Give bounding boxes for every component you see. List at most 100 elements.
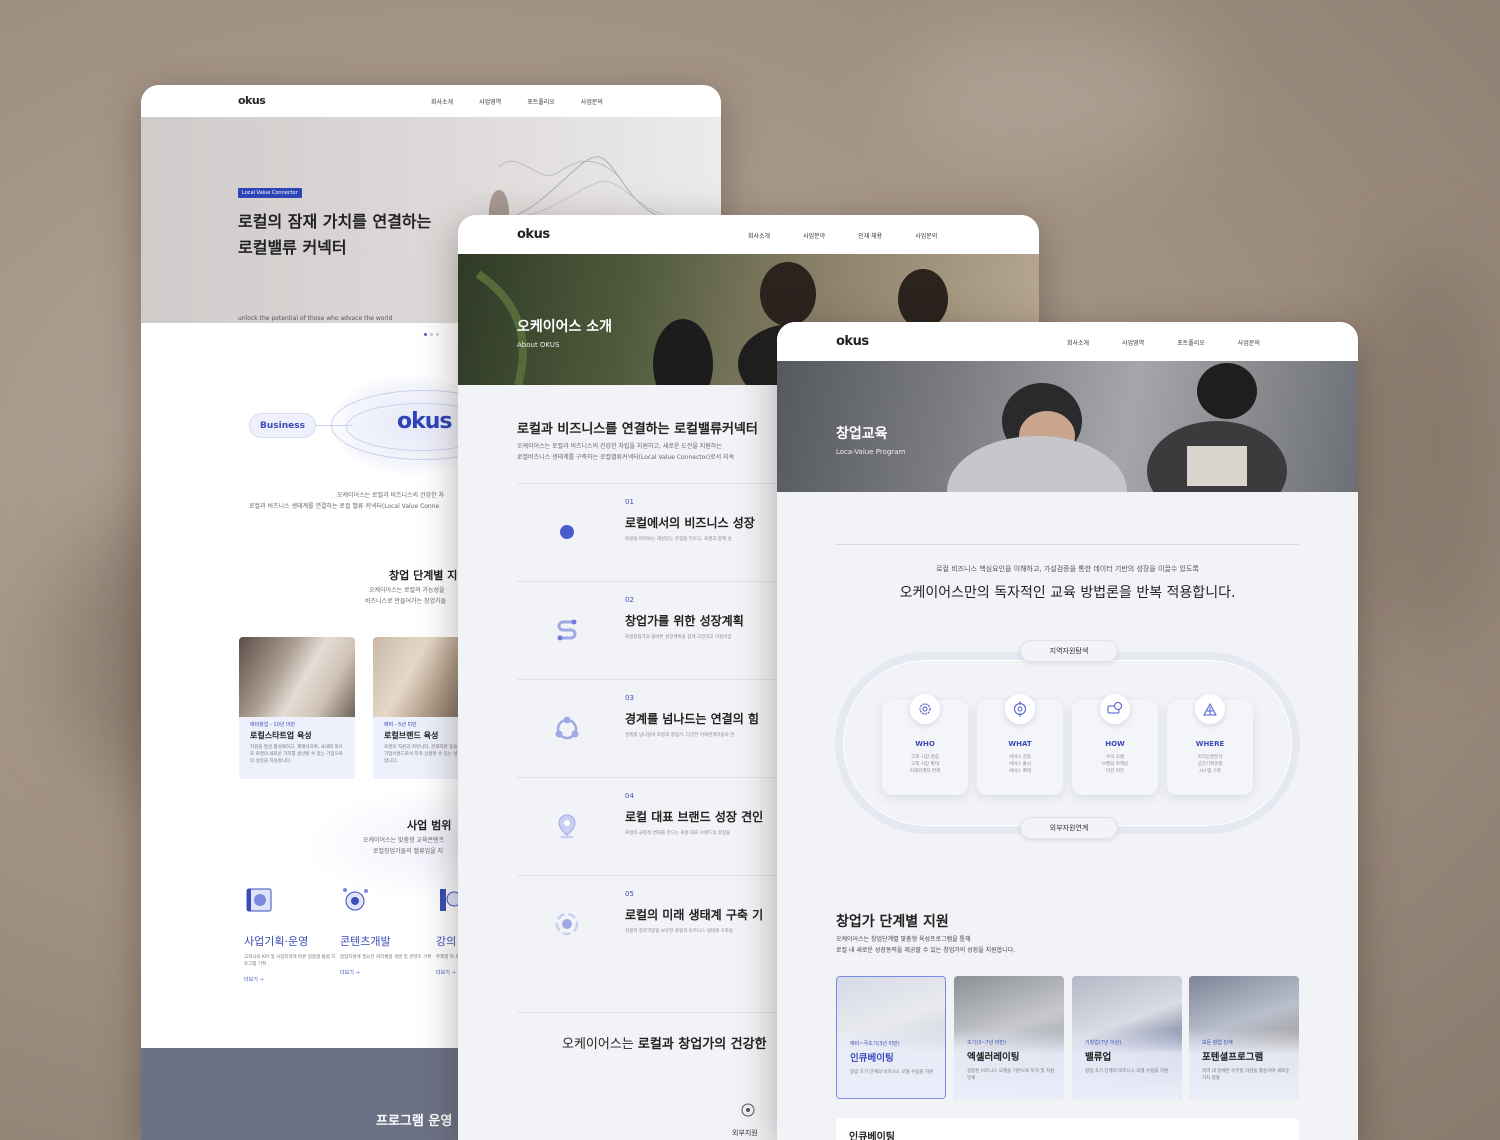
item-number: 05 — [625, 890, 634, 898]
connector-line — [313, 425, 353, 426]
detail-panel: 인큐베이팅 — [836, 1118, 1299, 1140]
nav-bar: okus 회사소개 사업분야 인재 채용 사업문의 — [458, 215, 1039, 254]
planning-icon — [246, 888, 272, 912]
nav-item[interactable]: 회사소개 — [1067, 338, 1089, 347]
section-title: 창업 단계별 지 — [389, 569, 458, 582]
stage-desc: 창업 초기 단계의 비즈니스 모델 수립을 지원 — [1085, 1069, 1169, 1074]
section-desc: 비즈니스로 만들어가는 창업가들 — [365, 598, 447, 605]
nav-item[interactable]: 포트폴리오 — [527, 97, 555, 106]
service-item[interactable]: 콘텐츠개발 창업지원에 필요한 커리큘럼 개발 및 콘텐츠 기획 더보기 → — [340, 885, 435, 976]
carousel-dots[interactable] — [424, 333, 439, 336]
stage-card[interactable]: 기창업(7년 이상) 밸류업 창업 초기 단계의 비즈니스 모델 수립을 지원 — [1072, 976, 1182, 1099]
hero-subtitle: unlock the potential of those who advace… — [238, 315, 393, 322]
item-desc: 경계를 넘나들며 로컬과 창업가, 다양한 이해관계자들의 연 — [625, 733, 735, 738]
step-card[interactable]: HOW 수익 모델 브랜딩 마케팅 미션 비전 — [1072, 694, 1158, 795]
stage-tag: 기창업(7년 이상) — [1085, 1040, 1122, 1046]
target-icon — [1005, 694, 1035, 724]
item-desc: 로컬창업가의 올바른 성장계획을 함께 고민하고 이끌어갑 — [625, 635, 732, 640]
step-desc: 지역상권분석 공간기획운영 시스템 구축 — [1197, 755, 1223, 775]
value-item: 04 로컬 대표 브랜드 성장 견인 로컬의 긍정적 변화를 만드는 로컬 대표… — [517, 777, 817, 875]
external-support-label: 외부지원 — [732, 1129, 758, 1137]
ecosystem-icon — [555, 912, 579, 936]
nav-item[interactable]: 회사소개 — [748, 231, 770, 240]
section-title: 사업 범위 — [407, 819, 452, 832]
nav-bar: okus 회사소개 사업영역 포트폴리오 사업문의 — [777, 322, 1358, 361]
nav-item[interactable]: 회사소개 — [431, 97, 453, 106]
logo[interactable]: okus — [836, 334, 869, 349]
section-title: 프로그램 운영 — [376, 1114, 453, 1129]
service-item[interactable]: 사업기획·운영 고객사의 KPI 및 사업목적에 따른 맞춤형 통합 프로그램 … — [244, 885, 339, 983]
nav-item[interactable]: 사업분야 — [803, 231, 825, 240]
path-icon — [557, 619, 577, 641]
step-name: WHO — [915, 740, 935, 748]
hero-subtitle: Loca-Value Program — [836, 448, 906, 456]
section-desc: 오케이어스는 로컬과 비즈니스의 건강한 자립을 지원하고, 새로운 도전을 지… — [517, 443, 722, 450]
item-title: 로컬 대표 브랜드 성장 견인 — [625, 810, 764, 824]
step-name: HOW — [1105, 740, 1125, 748]
stage-name: 엑셀러레이팅 — [967, 1052, 1020, 1063]
intro-line: 로컬과 비즈니스 생태계를 연결하는 로컬 밸류 커넥터(Local Value… — [249, 503, 440, 510]
item-number: 03 — [625, 694, 634, 702]
logo[interactable]: okus — [517, 227, 550, 242]
section-title: 로컬과 비즈니스를 연결하는 로컬밸류커넥터 — [517, 422, 758, 437]
section-desc: 오케이어스는 로컬의 가능성을 — [369, 587, 445, 594]
loop-label-top: 지역자원탐색 — [1020, 640, 1118, 662]
nav-item[interactable]: 사업문의 — [581, 97, 603, 106]
section-desc: 로컬창업가들의 밸류업을 지 — [373, 848, 444, 855]
value-item: 02 창업가를 위한 성장계획 로컬창업가의 올바른 성장계획을 함께 고민하고… — [517, 581, 817, 679]
more-link[interactable]: 더보기 → — [340, 969, 435, 976]
hero-banner: 창업교육 Loca-Value Program — [777, 361, 1358, 492]
hero-badge: Local Value Connector — [238, 188, 302, 198]
content-icon — [343, 888, 368, 911]
nav-item[interactable]: 사업영역 — [1122, 338, 1144, 347]
loop-label-bottom: 외부자원연계 — [1020, 817, 1118, 839]
step-desc: 서비스 검증 서비스 출시 서비스 확대 — [1008, 755, 1032, 775]
stage-card[interactable]: 초기(3~7년 미만) 엑셀러레이팅 검증된 비즈니스 모델을 기반으로 투자 … — [954, 976, 1064, 1099]
logo[interactable]: okus — [238, 94, 266, 107]
program-tag: 예비창업 - 10년 미만 — [250, 722, 296, 728]
stage-card[interactable]: 모든 창업 단계 포텐셜프로그램 지역 내 정체된 유무형 자원을 활용하여 새… — [1189, 976, 1299, 1099]
stage-desc: 창업 초기 단계의 비즈니스 모델 수립을 지원 — [850, 1070, 934, 1075]
program-name: 로컬스타트업 육성 — [250, 731, 312, 740]
step-desc: 수익 모델 브랜딩 마케팅 미션 비전 — [1101, 755, 1129, 775]
item-desc: 로컬의 긍정적 변화를 만드는 로컬 대표 브랜드의 성장을 — [625, 831, 731, 836]
section-desc: 오케이어스는 맞춤형 교육콘텐츠 — [363, 837, 445, 844]
stage-name: 인큐베이팅 — [850, 1053, 894, 1064]
item-number: 04 — [625, 792, 634, 800]
nav-item[interactable]: 사업문의 — [915, 231, 937, 240]
item-desc: 로컬을 바라보는 개성있는 관점을 키우고, 로컬과 함께 성 — [625, 537, 732, 542]
step-card[interactable]: WHERE 지역상권분석 공간기획운영 시스템 구축 — [1167, 694, 1253, 795]
detail-title: 인큐베이팅 — [849, 1132, 895, 1140]
divider — [836, 544, 1299, 545]
nav-menu: 회사소개 사업분야 인재 채용 사업문의 — [748, 231, 937, 240]
program-card[interactable]: 예비창업 - 10년 미만 로컬스타트업 육성 지원을 발굴 활성화하고, 재해… — [239, 637, 355, 779]
bg-blur — [900, 20, 1200, 170]
item-number: 01 — [625, 498, 634, 506]
item-title: 로컬의 미래 생태계 구축 기 — [625, 908, 764, 922]
hero-title: 오케이어스 소개 — [517, 319, 613, 335]
step-card[interactable]: WHO 고객 시장 검증 고객 시장 확대 이해관계자 연계 — [882, 694, 968, 795]
item-title: 창업가를 위한 성장계획 — [625, 614, 744, 628]
closing-statement: 오케이어스는 로컬과 창업가의 건강한 — [562, 1037, 767, 1052]
step-card[interactable]: WHAT 서비스 검증 서비스 출시 서비스 확대 — [977, 694, 1063, 795]
location-pin-icon — [558, 814, 576, 839]
nav-menu: 회사소개 사업영역 포트폴리오 사업문의 — [431, 97, 603, 106]
nav-item[interactable]: 인재 채용 — [858, 231, 882, 240]
business-pill: Business — [249, 413, 316, 438]
nav-menu: 회사소개 사업영역 포트폴리오 사업문의 — [1067, 338, 1260, 347]
nav-item[interactable]: 포트폴리오 — [1177, 338, 1205, 347]
nav-item[interactable]: 사업영역 — [479, 97, 501, 106]
nav-bar: okus 회사소개 사업영역 포트폴리오 사업문의 — [141, 85, 721, 117]
section-title: 창업가 단계별 지원 — [836, 914, 949, 930]
stage-name: 밸류업 — [1085, 1052, 1112, 1063]
section-desc: 로컬비즈니스 생태계를 구축하는 로컬밸류커넥터(Local Value Con… — [517, 454, 735, 461]
stage-card[interactable]: 예비~극초기(3년 미만) 인큐베이팅 창업 초기 단계의 비즈니스 모델 수립… — [836, 976, 946, 1099]
program-photo — [239, 637, 355, 717]
stage-name: 포텐셜프로그램 — [1202, 1052, 1264, 1063]
nav-item[interactable]: 사업문의 — [1238, 338, 1260, 347]
stage-tag: 예비~극초기(3년 미만) — [850, 1041, 900, 1047]
more-link[interactable]: 더보기 → — [244, 976, 339, 983]
item-desc: 자생적 창조역량을 보유한 로컬과 비즈니스 생태계 구축을 — [625, 929, 733, 934]
network-icon — [555, 716, 579, 740]
hero-subtitle: About OKUS — [517, 341, 560, 349]
